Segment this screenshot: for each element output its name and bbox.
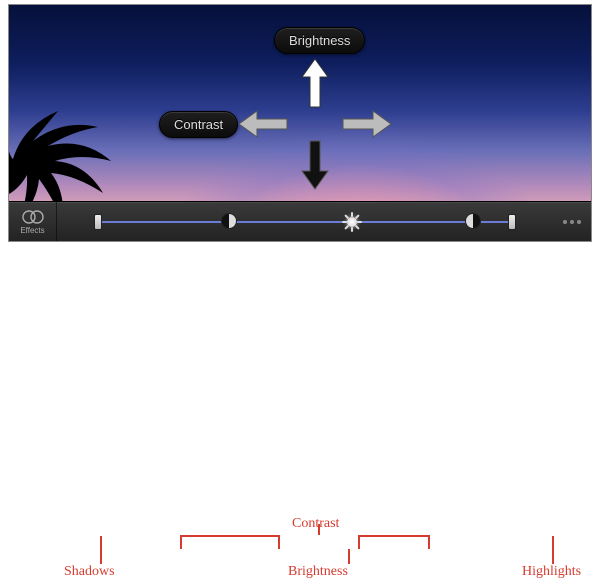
arrow-right-icon: [341, 109, 393, 139]
brightness-label-pill: Brightness: [274, 27, 365, 54]
contrast-label-pill-top: Contrast: [159, 111, 238, 138]
brightness-marker[interactable]: [343, 213, 361, 231]
more-button[interactable]: [553, 202, 591, 242]
callout-shadows: Shadows: [64, 564, 115, 580]
arrow-left-icon: [237, 109, 289, 139]
callout-highlights: Highlights: [522, 564, 581, 580]
contrast-right-marker[interactable]: [465, 213, 483, 231]
panel-divider: [9, 241, 591, 242]
effects-button-label: Effects: [20, 226, 44, 235]
contrast-left-marker[interactable]: [221, 213, 239, 231]
slider-track: [97, 221, 513, 223]
arrow-down-icon: [300, 139, 330, 191]
arrow-up-icon: [300, 57, 330, 109]
callout-contrast: Contrast: [292, 516, 339, 532]
bottom-toolbar: Effects: [9, 201, 591, 241]
effects-button[interactable]: Effects: [9, 202, 57, 242]
highlights-handle[interactable]: [507, 213, 517, 231]
callout-brightness: Brightness: [288, 564, 348, 580]
editor-frame: Brightness Contrast Shadows Contrast: [8, 4, 592, 242]
shadows-handle[interactable]: [93, 213, 103, 231]
callout-annotations: Contrast Shadows Brightness Highlights: [8, 516, 592, 582]
ellipsis-icon: [562, 219, 582, 225]
overlapping-circles-icon: [22, 209, 44, 225]
exposure-slider[interactable]: [57, 202, 553, 242]
